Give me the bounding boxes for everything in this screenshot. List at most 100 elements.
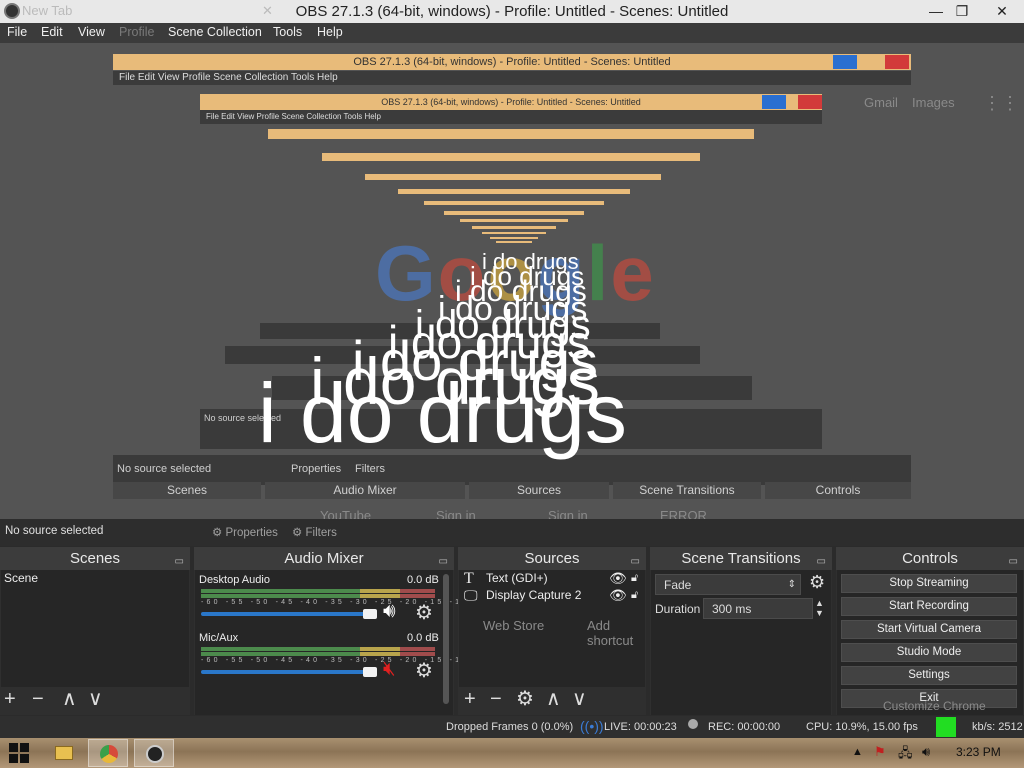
source-item-text[interactable]: T Text (GDI+) 👁︎ 🔓︎ [461,570,643,587]
no-source-label: No source selected [5,525,104,537]
audio-mixer-header: Audio Mixer ▭ [194,547,454,570]
recursive-stripe-5 [365,174,661,180]
controls-dock: Controls ▭ Stop Streaming Start Recordin… [836,547,1024,715]
desktop-audio-slider-handle[interactable] [363,609,377,619]
recursive-no-source: No source selected [117,463,212,475]
rec-timer: REC: 00:00:00 [708,721,781,733]
scene-transitions-header: Scene Transitions ▭ [650,547,832,570]
menu-edit[interactable]: Edit [41,25,63,39]
scene-item[interactable]: Scene [1,570,189,587]
recursive-menu-1: File Edit View Profile Scene Collection … [113,71,911,85]
filters-button[interactable]: ⚙ Filters [292,522,337,544]
move-scene-down-button[interactable]: ∨ [88,689,103,709]
menu-view[interactable]: View [78,25,105,39]
record-indicator-icon [688,719,698,729]
mic-aux-ticks: -60 -55 -50 -45 -40 -35 -30 -25 -20 -15 … [201,657,500,664]
sources-dock: Sources ▭ T Text (GDI+) 👁︎ 🔓︎ 🖵︎ Display… [458,547,646,715]
preview-canvas[interactable]: Gmail Images ⋮⋮⋮ OBS 27.1.3 (64-bit, win… [0,43,1024,519]
source-toolbar: No source selected ⚙ Properties ⚙ Filter… [0,519,1024,546]
ghost-customize-chrome: Customize Chrome [883,699,986,713]
chrome-taskbar-button[interactable] [88,739,128,767]
recursive-stripe-3 [268,129,754,139]
mic-aux-volume-slider[interactable] [201,670,371,674]
add-source-button[interactable]: + [464,689,476,709]
windows-start-button[interactable] [6,739,32,767]
menu-file[interactable]: File [7,25,27,39]
menu-tools[interactable]: Tools [273,25,302,39]
source-name: Text (GDI+) [486,571,548,585]
recursive-stripe-7 [424,201,604,205]
properties-button[interactable]: ⚙ Properties [212,522,278,544]
ghost-web-store: Web Store [483,618,545,633]
transition-select[interactable]: Fade ⇕ [655,574,801,595]
scenes-list[interactable]: Scene [1,570,189,687]
studio-mode-button[interactable]: Studio Mode [841,643,1017,662]
desktop-audio-volume-slider[interactable] [201,612,371,616]
network-icon[interactable]: 🖧︎ [898,744,913,766]
monitor-icon: 🖵︎ [464,587,478,603]
close-button[interactable]: ✕ [982,0,1022,23]
live-broadcast-icon: ((•)) [580,718,604,734]
muted-speaker-icon[interactable]: 🔇︎ [383,658,396,681]
sources-list[interactable]: T Text (GDI+) 👁︎ 🔓︎ 🖵︎ Display Capture 2… [459,570,645,687]
file-explorer-button[interactable] [44,739,84,767]
scenes-dock: Scenes ▭ Scene + − ∧ ∨ [0,547,190,715]
move-source-down-button[interactable]: ∨ [572,689,587,709]
mic-aux-slider-handle[interactable] [363,667,377,677]
ghost-sign-in-2: Sign in [548,508,588,519]
mic-aux-label: Mic/Aux [199,632,239,644]
transition-gear-icon[interactable]: ⚙ [809,572,825,593]
recursive-stripe-9 [460,219,568,222]
start-recording-button[interactable]: Start Recording [841,597,1017,616]
recursive-filters: Filters [355,463,385,475]
audio-mixer-scrollbar[interactable] [443,574,449,704]
recursive-stripe-8 [444,211,584,215]
lock-icon[interactable]: 🔓︎ [631,587,638,604]
add-scene-button[interactable]: + [4,689,16,709]
overlay-text-main: i do drugs [258,366,627,460]
recursive-title-bar-2: OBS 27.1.3 (64-bit, windows) - Profile: … [200,94,822,110]
recursive-minimize-icon [833,55,857,69]
ghost-sign-in-1: Sign in [436,508,476,519]
eye-icon[interactable]: 👁︎ [609,587,627,604]
live-timer: LIVE: 00:00:23 [604,721,677,733]
scene-transitions-body: Fade ⇕ ⚙ Duration 300 ms ▲ ▼ [651,570,831,715]
scenes-title: Scenes [69,550,121,567]
controls-title: Controls [902,550,958,567]
maximize-button[interactable]: ❐ [946,0,978,23]
remove-scene-button[interactable]: − [32,689,44,709]
eye-icon[interactable]: 👁︎ [609,570,627,587]
source-name: Display Capture 2 [486,588,582,602]
menu-profile[interactable]: Profile [119,25,154,39]
desktop-audio-db: 0.0 dB [407,574,439,586]
recursive-dock-transitions: Scene Transitions [613,482,761,499]
source-item-display[interactable]: 🖵︎ Display Capture 2 👁︎ 🔓︎ [461,587,643,604]
lock-icon[interactable]: 🔓︎ [631,570,638,587]
menu-scene-collection[interactable]: Scene Collection [168,25,262,39]
recursive-dock-scenes: Scenes [113,482,261,499]
desktop-audio-gear-icon[interactable]: ⚙ [415,600,433,625]
remove-source-button[interactable]: − [490,689,502,709]
obs-taskbar-button[interactable] [134,739,174,767]
speaker-icon[interactable]: 🔊︎ [383,600,396,623]
duration-input[interactable]: 300 ms [703,598,813,619]
recursive-properties: Properties [291,463,342,475]
apps-grid-icon: ⋮⋮⋮ [983,93,1024,113]
tray-expand-icon[interactable]: ▲ [852,746,863,758]
recursive-stripe-6 [398,189,630,194]
move-scene-up-button[interactable]: ∧ [62,689,77,709]
source-properties-button[interactable]: ⚙ [516,689,534,709]
taskbar-clock[interactable]: 3:23 PM [956,745,1001,759]
mic-aux-gear-icon[interactable]: ⚙ [415,658,433,683]
stop-streaming-button[interactable]: Stop Streaming [841,574,1017,593]
window-title-bar[interactable]: New Tab ✕ OBS 27.1.3 (64-bit, windows) -… [0,0,1024,23]
start-virtual-camera-button[interactable]: Start Virtual Camera [841,620,1017,639]
action-center-flag-icon[interactable]: ⚑ [874,744,886,760]
move-source-up-button[interactable]: ∧ [546,689,561,709]
volume-icon[interactable]: 🔊︎ [922,744,930,760]
duration-label: Duration [655,602,701,616]
scene-transitions-title: Scene Transitions [681,550,801,567]
menu-help[interactable]: Help [317,25,343,39]
duration-stepper[interactable]: ▲ ▼ [815,598,824,618]
settings-button[interactable]: Settings [841,666,1017,685]
